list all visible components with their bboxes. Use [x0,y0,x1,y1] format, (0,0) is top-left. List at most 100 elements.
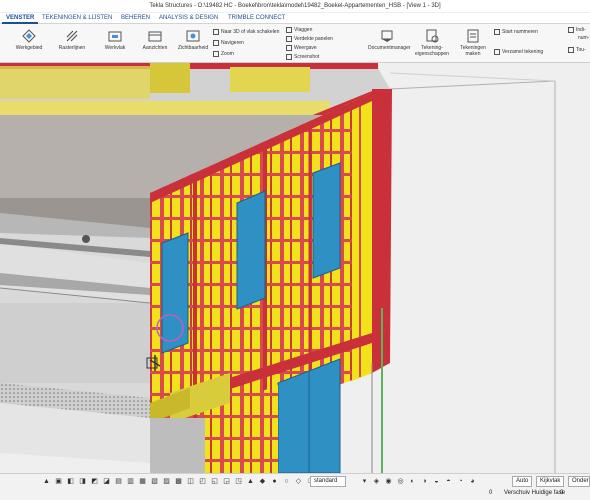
select-icon[interactable]: ▲ [42,477,51,486]
panels-icon [286,35,292,42]
select-grid-icon[interactable]: ▥ [126,477,135,486]
navigeren-button[interactable]: Navigeren [213,39,244,47]
snap-free-icon[interactable]: ● [270,477,279,486]
werkvlak-label: Werkvlak [104,45,126,51]
snap-line-icon[interactable]: ◆ [258,477,267,486]
view-plane-select[interactable]: Kijkvlak [536,476,564,487]
snap-point-icon[interactable]: ◎ [396,477,405,486]
document-manager-icon [381,30,393,42]
num-label: num- [578,35,590,41]
snap-mid-icon[interactable]: ◱ [210,477,219,486]
screenshot-button[interactable]: Screenshot [286,53,319,61]
collect-drawing-icon [494,48,500,55]
tou-label: Tou- [576,47,586,53]
visibility-icon [186,30,200,42]
tab-tekeningen-lijsten[interactable]: TEKENINGEN & LIJSTEN [38,13,116,24]
indi-button[interactable]: Indi- [568,26,586,34]
tekeningen-maken-button[interactable]: Tekeningen maken [456,27,490,61]
tab-beheren[interactable]: BEHEREN [117,13,154,24]
switch-3d-icon [213,28,219,35]
phase-select[interactable]: standard [310,476,346,487]
model-view-3d[interactable] [0,63,590,473]
snap-select[interactable]: Auto [512,476,532,487]
weergave-button[interactable]: Weergave [286,44,317,52]
filter-icon[interactable]: ▾ [360,477,369,486]
select-plane-icon[interactable]: ▧ [150,477,159,486]
drawing-properties-icon [426,29,439,43]
werkgebied-button[interactable]: Werkgebied [12,27,46,61]
snap-end-icon[interactable]: ◰ [198,477,207,486]
snap-depth-icon[interactable]: ◕ [468,477,477,486]
snap-ref-icon[interactable]: ◇ [294,477,303,486]
weergave-label: Weergave [294,45,317,51]
zichtbaarheid-button[interactable]: Zichtbaarheid [176,27,210,61]
workarea-icon [22,29,36,43]
indi-label: Indi- [576,27,586,33]
building-model [0,63,556,473]
vlaggen-button[interactable]: Vlaggen [286,26,312,34]
snap-near-icon[interactable]: ○ [282,477,291,486]
indi-icon [568,26,574,33]
select-all-icon[interactable]: ▣ [54,477,63,486]
snap-extension-icon[interactable]: ◐ [408,477,417,486]
create-drawings-icon [467,29,479,43]
zoom-button[interactable]: Zoom [213,50,234,58]
documentmanager-button[interactable]: Documentmanager [368,27,411,61]
snap-orthogonal-icon[interactable]: ◒ [432,477,441,486]
select-drawing-icon[interactable]: ▩ [174,477,183,486]
snap-perp-icon[interactable]: ▲ [246,477,255,486]
navigeren-label: Navigeren [221,40,244,46]
verdekte-panelen-label: Verdekte panelen [294,36,333,42]
select-point-icon[interactable]: ▦ [138,477,147,486]
werkvlak-button[interactable]: Werkvlak [98,27,132,61]
navigate-icon [213,39,219,46]
tab-venster[interactable]: VENSTER [2,13,39,24]
verdekte-panelen-button[interactable]: Verdekte panelen [286,35,333,43]
naar-3d-button[interactable]: Naar 3D of vlak schakelen [213,28,279,36]
select-view-icon[interactable]: ▨ [162,477,171,486]
snap-override-icon[interactable]: ◈ [372,477,381,486]
window-title: Tekla Structures - O:\19482 HC - Boekel\… [0,0,590,13]
snap-grid-icon[interactable]: ◑ [420,477,429,486]
tab-analysis-design[interactable]: ANALYSIS & DESIGN [155,13,222,24]
snap-center-icon[interactable]: ◲ [222,477,231,486]
tekening-eigenschappen-label: Tekening-eigenschappen [415,45,449,57]
select-assembly-icon[interactable]: ◨ [78,477,87,486]
select-bolt-icon[interactable]: ◩ [90,477,99,486]
screenshot-label: Screenshot [294,54,320,60]
verzamel-tekening-button[interactable]: Verzamel tekening [494,48,543,56]
rasterlijnen-button[interactable]: Rasterlijnen [55,27,89,61]
flag-icon [286,26,292,33]
snap-plane-icon[interactable]: ◉ [384,477,393,486]
ribbon: Werkgebied Rasterlijnen Werkvlak Aanzich… [0,24,590,63]
snap-mode-icon[interactable]: ◔ [456,477,465,486]
numbering-icon [494,28,500,35]
zichtbaarheid-label: Zichtbaarheid [177,45,209,51]
select-component-icon[interactable]: ▤ [114,477,123,486]
tekeningen-maken-label: Tekeningen maken [460,45,486,57]
gridlines-icon [66,30,78,42]
tou-icon [568,46,574,53]
snap-any-icon[interactable]: ◓ [444,477,453,486]
tab-trimble-connect[interactable]: TRIMBLE CONNECT [224,13,289,24]
views-icon [148,31,162,42]
werkgebied-label: Werkgebied [15,45,43,51]
zoom-icon [213,50,219,57]
verzamel-tekening-label: Verzamel tekening [502,49,544,55]
zoom-label: Zoom [221,51,234,57]
start-nummeren-button[interactable]: Start nummeren [494,28,538,36]
selected-count: 0 [489,490,493,496]
documentmanager-label: Documentmanager [368,45,411,51]
tou-button[interactable]: Tou- [568,46,586,54]
select-parts-icon[interactable]: ◧ [66,477,75,486]
start-nummeren-label: Start nummeren [502,29,538,35]
aanzichten-button[interactable]: Aanzichten [138,27,172,61]
rasterlijnen-label: Rasterlijnen [58,45,86,51]
depth-select[interactable]: Onder [568,476,590,487]
naar-3d-label: Naar 3D of vlak schakelen [221,29,280,35]
select-reference-icon[interactable]: ◫ [186,477,195,486]
tekening-eigenschappen-button[interactable]: Tekening-eigenschappen [414,27,450,61]
snap-intersect-icon[interactable]: ◳ [234,477,243,486]
select-weld-icon[interactable]: ◪ [102,477,111,486]
aanzichten-label: Aanzichten [142,45,168,51]
